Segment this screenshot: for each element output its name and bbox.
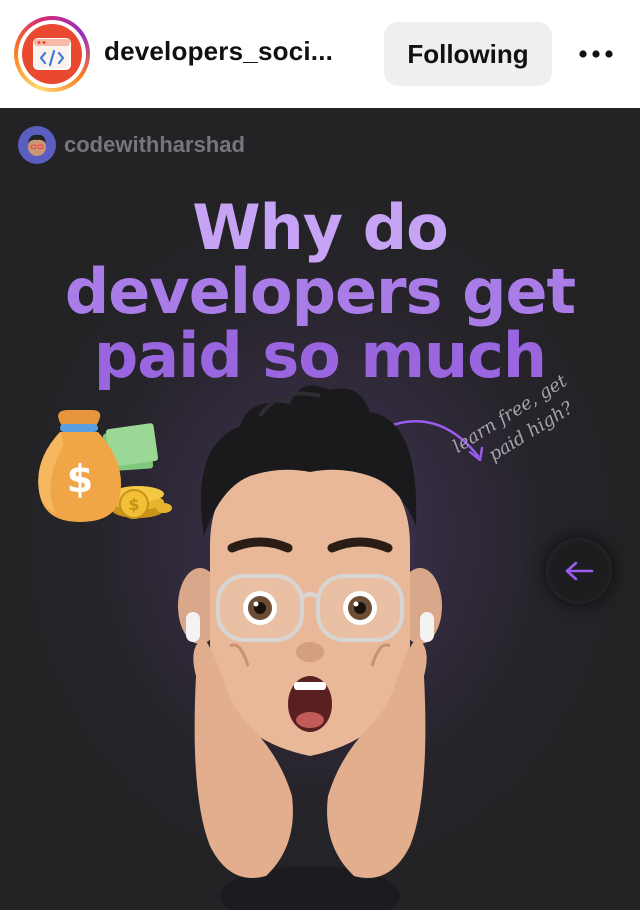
more-options-icon[interactable] — [572, 30, 620, 78]
code-window-icon — [22, 24, 82, 84]
previous-slide-button[interactable] — [546, 538, 612, 604]
headline-line: Why do — [192, 191, 449, 264]
money-bag-icon: $ $ — [38, 410, 172, 522]
post-image[interactable]: codewithharshad Why do developers get pa… — [0, 108, 640, 910]
profile-avatar[interactable] — [14, 16, 90, 92]
following-button[interactable]: Following — [384, 22, 552, 86]
svg-text:$: $ — [67, 457, 93, 501]
creator-handle: codewithharshad — [64, 132, 245, 157]
creator-avatar — [18, 126, 56, 164]
headline-line: developers get — [64, 255, 576, 328]
post-headline: Why do developers get paid so much — [0, 196, 640, 388]
shocked-memoji-illustration — [178, 385, 442, 910]
svg-text:$: $ — [128, 495, 139, 514]
post-header: developers_soci... Following — [0, 0, 640, 108]
arrow-left-icon — [565, 561, 594, 581]
profile-username[interactable]: developers_soci... — [104, 36, 333, 67]
